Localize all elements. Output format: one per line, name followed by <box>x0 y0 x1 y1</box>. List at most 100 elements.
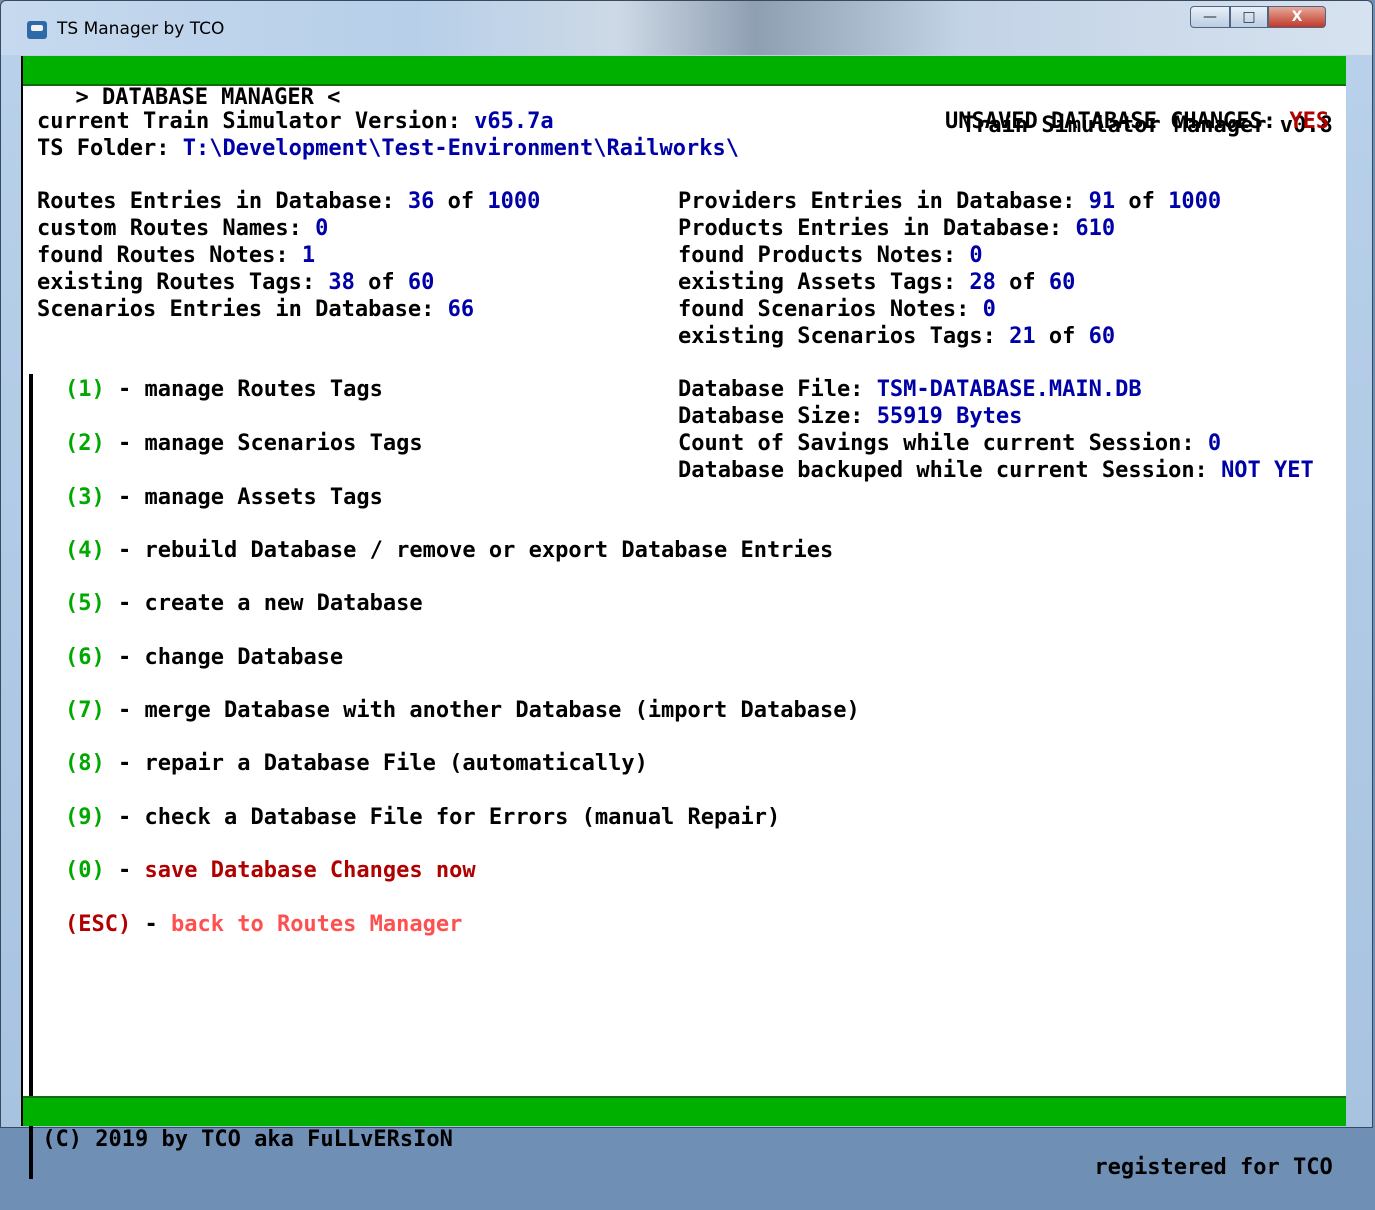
menu-label: create a new Database <box>144 591 423 616</box>
routes-notes-label: found Routes Notes: <box>37 243 302 268</box>
db-file-label: Database File: <box>678 377 877 402</box>
menu-separator: - <box>104 858 145 883</box>
menu-separator: - <box>104 591 145 616</box>
close-button[interactable]: X <box>1268 6 1326 28</box>
db-backup-line: Database backuped while current Session:… <box>678 457 1314 484</box>
menu-separator: - <box>104 377 145 402</box>
menu-label: repair a Database File (automatically) <box>144 751 648 776</box>
products-notes-value: 0 <box>969 243 983 268</box>
menu-key: (3) <box>65 485 105 510</box>
db-backup-value: NOT YET <box>1221 458 1314 483</box>
menu-key: (6) <box>65 645 105 670</box>
custom-names-label: custom Routes Names: <box>37 216 316 241</box>
menu-item-change-database[interactable]: (6) - change Database <box>65 644 343 671</box>
console-edge <box>29 374 33 1179</box>
db-savings-value: 0 <box>1207 431 1222 456</box>
scenarios-tags-label: existing Scenarios Tags: <box>678 324 1010 349</box>
routes-tags-line: existing Routes Tags: 38 of 60 <box>37 269 434 296</box>
routes-tags-value: 38 <box>328 270 355 295</box>
menu-item-save-changes[interactable]: (0) - save Database Changes now <box>65 857 476 884</box>
assets-tags-max: 60 <box>1048 270 1076 295</box>
db-file-value: TSM-DATABASE.MAIN.DB <box>876 377 1142 402</box>
db-size-line: Database Size: 55919 Bytes <box>678 403 1022 430</box>
providers-of: of <box>1115 189 1169 214</box>
products-value: 610 <box>1075 216 1116 241</box>
products-notes-line: found Products Notes: 0 <box>678 242 983 269</box>
menu-key: (2) <box>65 431 105 456</box>
unsaved-value: YES <box>1289 109 1330 134</box>
menu-key: (5) <box>65 591 105 616</box>
menu-item-merge-database[interactable]: (7) - merge Database with another Databa… <box>65 697 860 724</box>
app-icon <box>27 21 47 39</box>
db-size-label: Database Size: <box>678 404 877 429</box>
assets-tags-label: existing Assets Tags: <box>678 270 970 295</box>
scenarios-tags-max: 60 <box>1088 324 1116 349</box>
folder-value: T:\Development\Test-Environment\Railwork… <box>182 136 739 161</box>
menu-label: manage Routes Tags <box>144 377 383 402</box>
scenarios-tags-of: of <box>1035 324 1089 349</box>
scenarios-tags-value: 21 <box>1009 324 1036 349</box>
menu-label: rebuild Database / remove or export Data… <box>144 538 834 563</box>
menu-label: back to Routes Manager <box>170 912 463 937</box>
products-line: Products Entries in Database: 610 <box>678 215 1115 242</box>
copyright: (C) 2019 by TCO aka FuLLvERsIoN <box>29 1127 453 1152</box>
menu-item-manage-scenarios-tags[interactable]: (2) - manage Scenarios Tags <box>65 430 423 457</box>
routes-entries-of: of <box>434 189 488 214</box>
registration: registered for TCO <box>1094 1155 1346 1180</box>
custom-names-line: custom Routes Names: 0 <box>37 215 328 242</box>
version-label: current Train Simulator Version: <box>37 109 475 134</box>
menu-item-manage-routes-tags[interactable]: (1) - manage Routes Tags <box>65 376 383 403</box>
menu-item-rebuild-database[interactable]: (4) - rebuild Database / remove or expor… <box>65 537 833 564</box>
menu-item-back-to-routes[interactable]: (ESC) - back to Routes Manager <box>65 911 462 938</box>
menu-item-create-database[interactable]: (5) - create a new Database <box>65 590 423 617</box>
console-area: > DATABASE MANAGER < Train Simulator Man… <box>21 56 1346 1180</box>
providers-label: Providers Entries in Database: <box>678 189 1089 214</box>
unsaved-label: UNSAVED DATABASE CHANGES: <box>945 109 1290 134</box>
menu-label: check a Database File for Errors (manual… <box>144 805 781 830</box>
menu-separator: - <box>131 912 171 937</box>
products-notes-label: found Products Notes: <box>678 243 970 268</box>
menu-key: (9) <box>65 805 105 830</box>
routes-tags-of: of <box>354 270 408 295</box>
menu-label: change Database <box>144 645 344 670</box>
title-bar[interactable]: TS Manager by TCO — □ X <box>1 1 1372 55</box>
menu-separator: - <box>104 751 145 776</box>
scenarios-notes-label: found Scenarios Notes: <box>678 297 983 322</box>
minimize-button[interactable]: — <box>1190 6 1230 28</box>
version-line: current Train Simulator Version: v65.7a <box>37 108 554 135</box>
products-label: Products Entries in Database: <box>678 216 1076 241</box>
routes-tags-max: 60 <box>407 270 435 295</box>
footer-bar: (C) 2019 by TCO aka FuLLvERsIoN register… <box>23 1096 1346 1180</box>
assets-tags-of: of <box>995 270 1049 295</box>
providers-line: Providers Entries in Database: 91 of 100… <box>678 188 1221 215</box>
assets-tags-line: existing Assets Tags: 28 of 60 <box>678 269 1075 296</box>
menu-key: (1) <box>65 377 105 402</box>
app-window: TS Manager by TCO — □ X > DATABASE MANAG… <box>0 0 1373 1180</box>
assets-tags-value: 28 <box>969 270 996 295</box>
db-savings-line: Count of Savings while current Session: … <box>678 430 1221 457</box>
providers-max: 1000 <box>1168 189 1222 214</box>
menu-label: manage Scenarios Tags <box>144 431 423 456</box>
db-backup-label: Database backuped while current Session: <box>678 458 1222 483</box>
menu-separator: - <box>104 431 145 456</box>
menu-key: (8) <box>65 751 105 776</box>
scenarios-entries-label: Scenarios Entries in Database: <box>37 297 448 322</box>
window-title: TS Manager by TCO <box>57 19 225 39</box>
menu-key: (4) <box>65 538 105 563</box>
scenarios-entries-value: 66 <box>447 297 475 322</box>
providers-value: 91 <box>1088 189 1116 214</box>
unsaved-line: UNSAVED DATABASE CHANGES: YES <box>945 108 1329 135</box>
scenarios-notes-value: 0 <box>982 297 996 322</box>
menu-key: (ESC) <box>65 912 132 937</box>
menu-separator: - <box>104 538 145 563</box>
routes-entries-max: 1000 <box>487 189 541 214</box>
routes-entries-value: 36 <box>407 189 435 214</box>
menu-item-manage-assets-tags[interactable]: (3) - manage Assets Tags <box>65 484 383 511</box>
menu-label: manage Assets Tags <box>144 485 383 510</box>
menu-separator: - <box>104 805 145 830</box>
menu-item-check-database[interactable]: (9) - check a Database File for Errors (… <box>65 804 780 831</box>
db-file-line: Database File: TSM-DATABASE.MAIN.DB <box>678 376 1142 403</box>
menu-item-repair-database[interactable]: (8) - repair a Database File (automatica… <box>65 750 648 777</box>
routes-notes-line: found Routes Notes: 1 <box>37 242 315 269</box>
maximize-button[interactable]: □ <box>1230 6 1268 28</box>
